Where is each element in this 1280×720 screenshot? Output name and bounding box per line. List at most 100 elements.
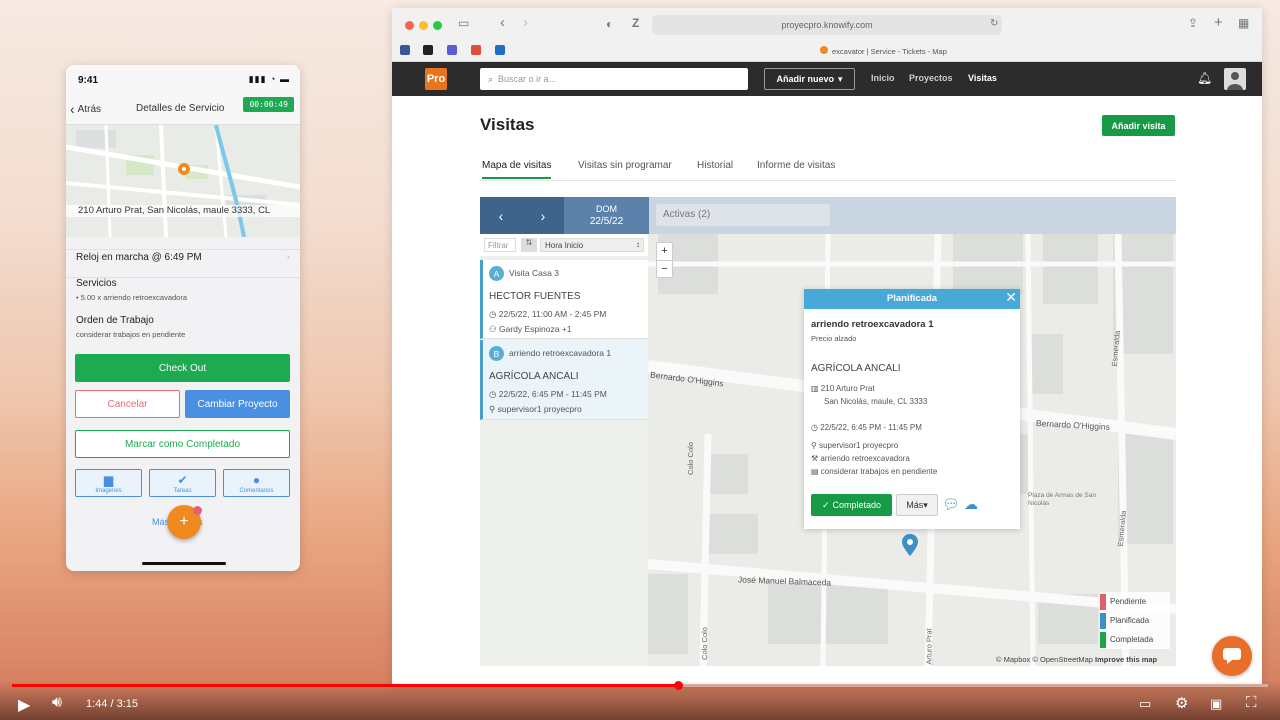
- legend-swatch: [1100, 612, 1106, 629]
- chevron-left-icon: ‹: [498, 207, 504, 224]
- bell-icon[interactable]: 🔔︎: [1197, 71, 1212, 85]
- add-visit-button[interactable]: Añadir visita: [1102, 115, 1175, 136]
- back-button[interactable]: ‹ Atrás: [70, 101, 101, 117]
- chevron-left-icon: ‹: [70, 101, 75, 117]
- visit-badge: B: [489, 346, 504, 361]
- close-window-icon[interactable]: [405, 21, 414, 30]
- popup-time: 22/5/22, 6:45 PM - 11:45 PM: [820, 423, 922, 432]
- chat-bubble-icon: [1223, 648, 1241, 664]
- check-out-button[interactable]: Check Out: [75, 354, 290, 382]
- sidebar-icon[interactable]: ▭: [458, 16, 469, 30]
- select-arrows-icon: ↕: [636, 240, 640, 249]
- fullscreen-icon[interactable]: ⛶: [1246, 694, 1257, 711]
- clock-icon: ◷: [811, 423, 818, 432]
- more-button[interactable]: Más ▾: [896, 494, 938, 516]
- images-tile-label: Imágenes: [95, 487, 122, 494]
- prev-day-button[interactable]: ‹: [480, 197, 522, 234]
- z-extension-icon[interactable]: Z: [632, 16, 639, 30]
- captions-icon[interactable]: ▭: [1139, 696, 1151, 712]
- zoom-out-button[interactable]: −: [657, 261, 672, 278]
- current-date[interactable]: DOM 22/5/22: [564, 197, 649, 234]
- visit-client: AGRÍCOLA ANCALI: [489, 371, 579, 382]
- visit-time: 22/5/22, 6:45 PM - 11:45 PM: [498, 389, 607, 399]
- services-title: Servicios: [76, 278, 117, 289]
- phone-frame: 9:41 ▮▮▮ ◔ ▬ ‹ Atrás Detalles de Servici…: [66, 65, 300, 571]
- chevron-right-icon: ›: [286, 252, 290, 263]
- search-input[interactable]: ⌕ Buscar o ir a...: [480, 68, 748, 90]
- privacy-icon[interactable]: ◐: [606, 17, 613, 31]
- bookmark-favicon-icon[interactable]: [447, 45, 457, 55]
- legend-swatch: [1100, 631, 1106, 648]
- clock-row[interactable]: Reloj en marcha @ 6:49 PM ›: [66, 249, 300, 271]
- visit-badge: A: [489, 266, 504, 281]
- cloud-upload-icon[interactable]: ☁: [964, 496, 978, 513]
- bookmark-favicon-icon[interactable]: [400, 45, 410, 55]
- tab-mapa-de-visitas[interactable]: Mapa de visitas: [482, 160, 552, 179]
- images-tile[interactable]: ▆ Imágenes: [75, 469, 142, 497]
- filter-row: Filtrar ⇅ Hora Inicio ↕: [480, 234, 648, 256]
- tab-informe-de-visitas[interactable]: Informe de visitas: [757, 160, 835, 177]
- completed-button[interactable]: ✓ Completado: [811, 494, 892, 516]
- add-new-button[interactable]: Añadir nuevo ▾: [764, 68, 855, 90]
- zoom-in-button[interactable]: +: [657, 243, 672, 261]
- filter-input[interactable]: Filtrar: [484, 238, 516, 252]
- improve-map-link[interactable]: Improve this map: [1095, 655, 1157, 664]
- comments-icon[interactable]: 💬︎: [942, 496, 960, 513]
- visit-card[interactable]: Barriendo retroexcavadora 1 AGRÍCOLA ANC…: [480, 340, 648, 420]
- new-tab-icon[interactable]: +: [1214, 14, 1223, 31]
- sort-select[interactable]: Hora Inicio ↕: [540, 238, 644, 252]
- nav-proyectos[interactable]: Proyectos: [909, 73, 953, 83]
- tab-favicon-icon: [820, 46, 828, 54]
- paypal-favicon-icon[interactable]: [495, 45, 505, 55]
- tab-visitas-sin-programar[interactable]: Visitas sin programar: [578, 160, 672, 177]
- popup-client: AGRÍCOLA ANCALI: [811, 363, 901, 374]
- visit-list: Filtrar ⇅ Hora Inicio ↕ A Visita Casa 3 H…: [480, 234, 648, 666]
- tab-title[interactable]: excavator | Service - Tickets - Map: [832, 47, 947, 56]
- attribution-text[interactable]: © Mapbox © OpenStreetMap: [996, 655, 1093, 664]
- nav-visitas[interactable]: Visitas: [968, 73, 997, 83]
- active-filter[interactable]: Activas (2): [656, 204, 830, 226]
- change-project-button[interactable]: Cambiar Proyecto: [185, 390, 290, 418]
- popup-body: arriendo retroexcavadora 1 Precio alzado…: [811, 319, 1011, 476]
- back-arrow-icon[interactable]: ‹: [500, 14, 505, 31]
- play-icon[interactable]: ▶: [18, 695, 30, 715]
- legend-swatch: [1100, 593, 1106, 610]
- group-icon: ⚇: [489, 324, 497, 334]
- clock-icon: ◷: [489, 389, 497, 399]
- settings-gear-icon[interactable]: ⚙: [1175, 694, 1188, 712]
- forward-arrow-icon[interactable]: ›: [523, 14, 528, 31]
- sort-order-icon[interactable]: ⇅: [521, 238, 537, 252]
- next-day-button[interactable]: ›: [522, 197, 564, 234]
- map-legend: Pendiente Planificada Completada: [1100, 592, 1170, 649]
- bookmark-favicon-icon[interactable]: [471, 45, 481, 55]
- video-scrubber-handle[interactable]: [673, 681, 683, 690]
- chat-support-button[interactable]: [1212, 636, 1252, 676]
- cancel-button[interactable]: Cancelar: [75, 390, 180, 418]
- close-icon[interactable]: ✕: [1005, 289, 1017, 306]
- bookmark-favicon-icon[interactable]: [423, 45, 433, 55]
- reload-icon[interactable]: ↻: [990, 18, 998, 29]
- minimize-window-icon[interactable]: [419, 21, 428, 30]
- map-attribution: © Mapbox © OpenStreetMap Improve this ma…: [996, 655, 1157, 664]
- miniplayer-icon[interactable]: ▣: [1210, 696, 1222, 712]
- map-pin-icon[interactable]: [902, 534, 918, 556]
- visit-assignee: supervisor1 proyecpro: [497, 404, 582, 414]
- share-icon[interactable]: ⇪: [1188, 16, 1198, 30]
- date-day: DOM: [596, 204, 617, 214]
- address-bar[interactable]: proyecpro.knowify.com: [652, 15, 1002, 35]
- nav-inicio[interactable]: Inicio: [871, 73, 895, 83]
- tab-overview-icon[interactable]: ▦: [1238, 16, 1249, 30]
- popup-notes: considerar trabajos en pendiente: [820, 467, 938, 476]
- work-order-section: Orden de Trabajo considerar trabajos en …: [66, 315, 300, 339]
- visit-card[interactable]: A Visita Casa 3 HECTOR FUENTES ◷ 22/5/22,…: [480, 260, 648, 339]
- popup-price-type: Precio alzado: [811, 334, 857, 343]
- comments-tile[interactable]: ● Comentarios: [223, 469, 290, 497]
- tasks-tile[interactable]: ✔ Tareas: [149, 469, 216, 497]
- phone-map[interactable]: [66, 125, 300, 237]
- volume-icon[interactable]: 🔊︎: [52, 694, 62, 712]
- user-avatar[interactable]: [1224, 68, 1246, 90]
- tab-historial[interactable]: Historial: [697, 160, 733, 177]
- maximize-window-icon[interactable]: [433, 21, 442, 30]
- mark-complete-button[interactable]: Marcar como Completado: [75, 430, 290, 458]
- app-logo[interactable]: Pro: [425, 68, 447, 90]
